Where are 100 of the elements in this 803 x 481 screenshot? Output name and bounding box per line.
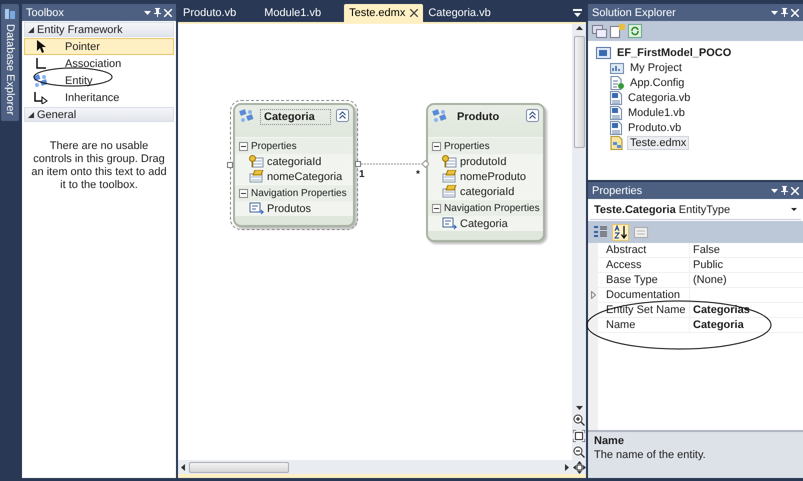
document-tab[interactable]: Teste.edmx — [344, 4, 424, 22]
vb-file-icon — [610, 120, 622, 134]
empty-group-message: There are no usable controls in this group. Drag an item onto this text to add it to the toolbox. — [30, 140, 168, 192]
section-heading: Properties — [251, 140, 297, 152]
property-value[interactable]: Categorias — [690, 303, 803, 317]
scroll-left-icon[interactable] — [181, 464, 185, 470]
zoom-to-fit-icon[interactable] — [573, 430, 585, 442]
entity-property: Produtos — [267, 202, 312, 214]
expanded-icon — [28, 26, 34, 32]
vb-file-icon — [610, 90, 622, 104]
collapse-icon[interactable] — [432, 142, 441, 150]
toolbox-group-header[interactable]: General — [24, 107, 174, 122]
project-node[interactable]: EF_FirstModel_POCO — [614, 46, 734, 60]
description-title: Name — [594, 435, 625, 447]
multiplicity-label: 1 — [359, 169, 365, 180]
property-icon — [249, 170, 264, 183]
entity-icon — [33, 74, 49, 88]
scroll-right-icon[interactable] — [565, 464, 569, 470]
section-heading: Properties — [444, 140, 490, 152]
property-name: Access — [598, 258, 690, 272]
pin-icon[interactable] — [781, 186, 788, 195]
scrollbar-thumb[interactable] — [189, 462, 289, 472]
collapse-entity-icon[interactable] — [336, 109, 349, 122]
collapse-icon[interactable] — [239, 142, 248, 150]
entity-property: Categoria — [460, 218, 508, 230]
multiplicity-label: * — [416, 169, 420, 180]
database-icon — [4, 8, 16, 20]
zoom-out-icon[interactable] — [573, 446, 585, 458]
tree-item[interactable]: Produto.vb — [625, 120, 684, 134]
toolbox-item[interactable]: Inheritance — [24, 89, 174, 106]
entity-property: produtoId — [460, 156, 506, 168]
document-tab[interactable]: Produto.vb — [178, 4, 242, 22]
dropdown-icon[interactable] — [771, 10, 778, 14]
vb-project-icon — [596, 46, 611, 59]
toolbox-group-header[interactable]: Entity Framework — [24, 22, 174, 37]
tree-item[interactable]: Categoria.vb — [625, 90, 694, 104]
property-name: Name — [598, 318, 690, 332]
key-property-icon — [249, 155, 264, 168]
navigation-property-icon — [249, 202, 264, 215]
expanded-icon — [28, 112, 34, 118]
tree-item[interactable]: App.Config — [627, 76, 688, 90]
tab-list-icon[interactable] — [573, 9, 582, 17]
property-name: Documentation — [598, 288, 690, 302]
toolbox-item[interactable]: Entity — [24, 72, 174, 89]
expand-icon[interactable] — [590, 291, 596, 299]
entity-name: Categoria — [260, 109, 331, 125]
property-icon — [442, 185, 457, 198]
property-value[interactable]: (None) — [690, 273, 803, 287]
entity-property: nomeProduto — [460, 170, 526, 182]
scroll-down-icon[interactable] — [576, 406, 582, 410]
entity-icon — [239, 109, 255, 123]
dropdown-icon[interactable] — [771, 188, 778, 192]
show-all-files-icon[interactable] — [592, 24, 607, 38]
navigation-property-icon — [442, 217, 457, 230]
pin-icon[interactable] — [154, 8, 161, 17]
property-pages-icon — [634, 226, 648, 238]
property-name: Abstract — [598, 243, 690, 257]
entity-name: Produto — [456, 110, 500, 125]
dropdown-icon — [791, 208, 797, 211]
association-icon — [36, 58, 46, 69]
property-icon — [442, 170, 457, 183]
collapse-entity-icon[interactable] — [526, 109, 539, 122]
close-icon[interactable] — [410, 9, 418, 17]
tree-item[interactable]: Module1.vb — [625, 106, 688, 120]
description-text: The name of the entity. — [594, 449, 707, 461]
document-tab[interactable]: Module1.vb — [259, 4, 326, 22]
properties-icon[interactable] — [610, 24, 625, 38]
panel-title: Toolbox — [26, 6, 64, 18]
side-tab[interactable]: Database Explorer — [1, 4, 19, 122]
property-value[interactable]: False — [690, 243, 803, 257]
entity-icon — [432, 109, 448, 123]
property-name: Base Type — [598, 273, 690, 287]
edmx-file-icon — [610, 136, 624, 150]
entity-property: nomeCategoria — [267, 170, 342, 182]
zoom-in-icon[interactable] — [573, 414, 585, 426]
toolbox-item[interactable]: Association — [24, 55, 174, 72]
toolbox-item[interactable]: Pointer — [24, 38, 174, 55]
project-properties-icon — [610, 62, 624, 74]
collapse-icon[interactable] — [432, 204, 441, 212]
key-property-icon — [442, 155, 457, 168]
object-selector[interactable]: Teste.Categoria EntityType — [590, 200, 801, 220]
pin-icon[interactable] — [781, 8, 788, 17]
section-heading: Navigation Properties — [251, 188, 347, 198]
scroll-up-icon[interactable] — [576, 26, 582, 30]
connection-handle — [227, 162, 233, 168]
collapse-icon[interactable] — [239, 188, 248, 198]
dropdown-icon[interactable] — [144, 10, 151, 14]
pan-icon[interactable] — [572, 460, 586, 474]
entity-property: categoriaId — [460, 186, 514, 198]
scrollbar-thumb[interactable] — [574, 36, 584, 148]
tree-item[interactable]: Teste.edmx — [627, 136, 690, 150]
panel-title: Solution Explorer — [592, 6, 676, 18]
property-value[interactable]: Public — [690, 258, 803, 272]
toolbar-button[interactable] — [612, 224, 629, 240]
section-heading: Navigation Properties — [444, 202, 540, 214]
refresh-icon[interactable] — [628, 24, 642, 38]
document-tab[interactable]: Categoria.vb — [423, 4, 496, 22]
tree-item[interactable]: My Project — [627, 60, 685, 74]
property-value[interactable]: Categoria — [690, 318, 803, 332]
inheritance-icon — [34, 92, 48, 104]
